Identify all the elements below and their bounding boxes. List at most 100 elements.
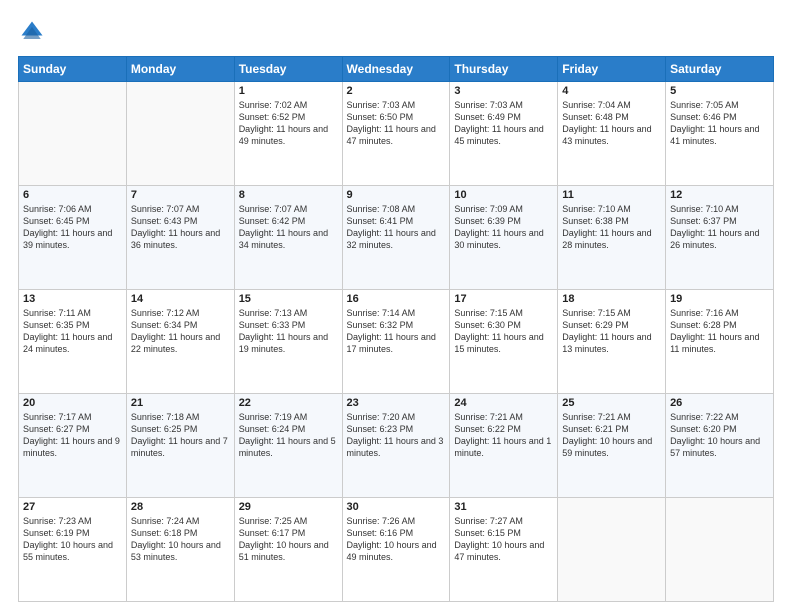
- week-row-2: 13 Sunrise: 7:11 AM Sunset: 6:35 PM Dayli…: [19, 290, 774, 394]
- cell-info: Sunrise: 7:15 AM Sunset: 6:30 PM Dayligh…: [454, 307, 553, 356]
- cell-info: Sunrise: 7:09 AM Sunset: 6:39 PM Dayligh…: [454, 203, 553, 252]
- day-number: 5: [670, 85, 769, 97]
- cal-cell: 19 Sunrise: 7:16 AM Sunset: 6:28 PM Dayli…: [666, 290, 774, 394]
- day-number: 13: [23, 293, 122, 305]
- week-row-3: 20 Sunrise: 7:17 AM Sunset: 6:27 PM Dayli…: [19, 394, 774, 498]
- cell-info: Sunrise: 7:27 AM Sunset: 6:15 PM Dayligh…: [454, 515, 553, 564]
- cal-cell: 16 Sunrise: 7:14 AM Sunset: 6:32 PM Dayli…: [342, 290, 450, 394]
- cell-info: Sunrise: 7:19 AM Sunset: 6:24 PM Dayligh…: [239, 411, 338, 460]
- day-number: 14: [131, 293, 230, 305]
- cell-info: Sunrise: 7:21 AM Sunset: 6:21 PM Dayligh…: [562, 411, 661, 460]
- cell-info: Sunrise: 7:24 AM Sunset: 6:18 PM Dayligh…: [131, 515, 230, 564]
- day-number: 31: [454, 501, 553, 513]
- cal-cell: 1Sunrise: 7:02 AM Sunset: 6:52 PM Daylig…: [234, 82, 342, 186]
- cal-cell: 5 Sunrise: 7:05 AM Sunset: 6:46 PM Daylig…: [666, 82, 774, 186]
- cell-info: Sunrise: 7:08 AM Sunset: 6:41 PM Dayligh…: [347, 203, 446, 252]
- cal-cell: 28 Sunrise: 7:24 AM Sunset: 6:18 PM Dayli…: [126, 498, 234, 602]
- cal-cell: [126, 82, 234, 186]
- weekday-header-saturday: Saturday: [666, 57, 774, 82]
- day-number: 7: [131, 189, 230, 201]
- cell-info: Sunrise: 7:13 AM Sunset: 6:33 PM Dayligh…: [239, 307, 338, 356]
- cal-cell: 8 Sunrise: 7:07 AM Sunset: 6:42 PM Daylig…: [234, 186, 342, 290]
- day-number: 18: [562, 293, 661, 305]
- weekday-header-row: SundayMondayTuesdayWednesdayThursdayFrid…: [19, 57, 774, 82]
- cell-info: Sunrise: 7:10 AM Sunset: 6:38 PM Dayligh…: [562, 203, 661, 252]
- cal-cell: 23 Sunrise: 7:20 AM Sunset: 6:23 PM Dayli…: [342, 394, 450, 498]
- day-number: 30: [347, 501, 446, 513]
- cal-cell: 13 Sunrise: 7:11 AM Sunset: 6:35 PM Dayli…: [19, 290, 127, 394]
- cell-info: Sunrise: 7:26 AM Sunset: 6:16 PM Dayligh…: [347, 515, 446, 564]
- cell-info: Sunrise: 7:05 AM Sunset: 6:46 PM Dayligh…: [670, 99, 769, 148]
- day-number: 26: [670, 397, 769, 409]
- day-number: 10: [454, 189, 553, 201]
- day-number: 3: [454, 85, 553, 97]
- cell-info: Sunrise: 7:15 AM Sunset: 6:29 PM Dayligh…: [562, 307, 661, 356]
- cell-info: Sunrise: 7:04 AM Sunset: 6:48 PM Dayligh…: [562, 99, 661, 148]
- cal-cell: 11 Sunrise: 7:10 AM Sunset: 6:38 PM Dayli…: [558, 186, 666, 290]
- cal-cell: 21 Sunrise: 7:18 AM Sunset: 6:25 PM Dayli…: [126, 394, 234, 498]
- cell-info: Sunrise: 7:11 AM Sunset: 6:35 PM Dayligh…: [23, 307, 122, 356]
- cal-cell: 9 Sunrise: 7:08 AM Sunset: 6:41 PM Daylig…: [342, 186, 450, 290]
- day-number: 6: [23, 189, 122, 201]
- weekday-header-thursday: Thursday: [450, 57, 558, 82]
- cal-cell: 4 Sunrise: 7:04 AM Sunset: 6:48 PM Daylig…: [558, 82, 666, 186]
- cell-info: Sunrise: 7:12 AM Sunset: 6:34 PM Dayligh…: [131, 307, 230, 356]
- cell-info: Sunrise: 7:10 AM Sunset: 6:37 PM Dayligh…: [670, 203, 769, 252]
- cell-info: Sunrise: 7:06 AM Sunset: 6:45 PM Dayligh…: [23, 203, 122, 252]
- weekday-header-monday: Monday: [126, 57, 234, 82]
- cal-cell: 20 Sunrise: 7:17 AM Sunset: 6:27 PM Dayli…: [19, 394, 127, 498]
- weekday-header-sunday: Sunday: [19, 57, 127, 82]
- day-number: 24: [454, 397, 553, 409]
- cell-info: Sunrise: 7:16 AM Sunset: 6:28 PM Dayligh…: [670, 307, 769, 356]
- cal-cell: 14 Sunrise: 7:12 AM Sunset: 6:34 PM Dayli…: [126, 290, 234, 394]
- cell-info: Sunrise: 7:22 AM Sunset: 6:20 PM Dayligh…: [670, 411, 769, 460]
- day-number: 29: [239, 501, 338, 513]
- week-row-4: 27Sunrise: 7:23 AM Sunset: 6:19 PM Dayli…: [19, 498, 774, 602]
- weekday-header-wednesday: Wednesday: [342, 57, 450, 82]
- page: SundayMondayTuesdayWednesdayThursdayFrid…: [0, 0, 792, 612]
- day-number: 25: [562, 397, 661, 409]
- day-number: 2: [347, 85, 446, 97]
- cell-info: Sunrise: 7:25 AM Sunset: 6:17 PM Dayligh…: [239, 515, 338, 564]
- cal-cell: 25 Sunrise: 7:21 AM Sunset: 6:21 PM Dayli…: [558, 394, 666, 498]
- day-number: 12: [670, 189, 769, 201]
- day-number: 9: [347, 189, 446, 201]
- day-number: 17: [454, 293, 553, 305]
- cal-cell: 7 Sunrise: 7:07 AM Sunset: 6:43 PM Daylig…: [126, 186, 234, 290]
- week-row-1: 6 Sunrise: 7:06 AM Sunset: 6:45 PM Daylig…: [19, 186, 774, 290]
- cal-cell: 3 Sunrise: 7:03 AM Sunset: 6:49 PM Daylig…: [450, 82, 558, 186]
- day-number: 22: [239, 397, 338, 409]
- week-row-0: 1Sunrise: 7:02 AM Sunset: 6:52 PM Daylig…: [19, 82, 774, 186]
- cal-cell: 2Sunrise: 7:03 AM Sunset: 6:50 PM Daylig…: [342, 82, 450, 186]
- day-number: 19: [670, 293, 769, 305]
- cell-info: Sunrise: 7:07 AM Sunset: 6:42 PM Dayligh…: [239, 203, 338, 252]
- cell-info: Sunrise: 7:14 AM Sunset: 6:32 PM Dayligh…: [347, 307, 446, 356]
- day-number: 21: [131, 397, 230, 409]
- cal-cell: 18 Sunrise: 7:15 AM Sunset: 6:29 PM Dayli…: [558, 290, 666, 394]
- cell-info: Sunrise: 7:02 AM Sunset: 6:52 PM Dayligh…: [239, 99, 338, 148]
- logo-icon: [18, 18, 46, 46]
- cell-info: Sunrise: 7:18 AM Sunset: 6:25 PM Dayligh…: [131, 411, 230, 460]
- cell-info: Sunrise: 7:03 AM Sunset: 6:49 PM Dayligh…: [454, 99, 553, 148]
- day-number: 28: [131, 501, 230, 513]
- day-number: 11: [562, 189, 661, 201]
- cal-cell: 10 Sunrise: 7:09 AM Sunset: 6:39 PM Dayli…: [450, 186, 558, 290]
- day-number: 16: [347, 293, 446, 305]
- day-number: 20: [23, 397, 122, 409]
- cal-cell: 24Sunrise: 7:21 AM Sunset: 6:22 PM Dayli…: [450, 394, 558, 498]
- day-number: 4: [562, 85, 661, 97]
- cell-info: Sunrise: 7:20 AM Sunset: 6:23 PM Dayligh…: [347, 411, 446, 460]
- cell-info: Sunrise: 7:17 AM Sunset: 6:27 PM Dayligh…: [23, 411, 122, 460]
- header: [18, 18, 774, 46]
- cal-cell: [19, 82, 127, 186]
- day-number: 23: [347, 397, 446, 409]
- weekday-header-tuesday: Tuesday: [234, 57, 342, 82]
- day-number: 8: [239, 189, 338, 201]
- cell-info: Sunrise: 7:07 AM Sunset: 6:43 PM Dayligh…: [131, 203, 230, 252]
- cal-cell: 30 Sunrise: 7:26 AM Sunset: 6:16 PM Dayli…: [342, 498, 450, 602]
- cal-cell: 12 Sunrise: 7:10 AM Sunset: 6:37 PM Dayli…: [666, 186, 774, 290]
- cal-cell: 26 Sunrise: 7:22 AM Sunset: 6:20 PM Dayli…: [666, 394, 774, 498]
- cal-cell: 15Sunrise: 7:13 AM Sunset: 6:33 PM Dayli…: [234, 290, 342, 394]
- cal-cell: 29 Sunrise: 7:25 AM Sunset: 6:17 PM Dayli…: [234, 498, 342, 602]
- cal-cell: 27Sunrise: 7:23 AM Sunset: 6:19 PM Dayli…: [19, 498, 127, 602]
